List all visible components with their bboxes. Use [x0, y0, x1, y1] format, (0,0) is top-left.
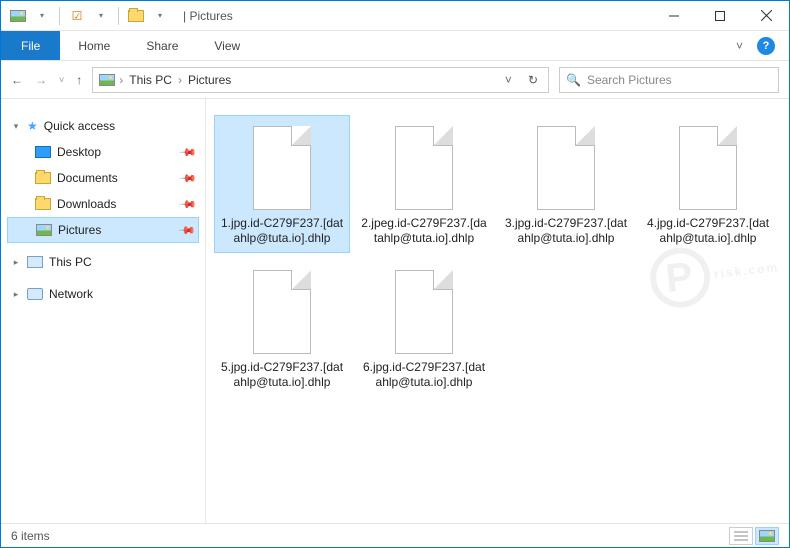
nav-label: Pictures	[58, 223, 101, 237]
help-icon[interactable]: ?	[757, 37, 775, 55]
desktop-icon	[35, 146, 51, 158]
nav-label: Desktop	[57, 145, 101, 159]
folder-icon	[35, 198, 51, 210]
details-view-button[interactable]	[729, 527, 753, 545]
nav-label: Network	[49, 287, 93, 301]
file-name: 2.jpeg.id-C279F237.[datahlp@tuta.io].dhl…	[360, 216, 488, 246]
ribbon-collapse-icon[interactable]: ˅	[736, 39, 743, 53]
search-icon: 🔍	[566, 73, 581, 87]
file-icon	[389, 266, 459, 354]
qat-dropdown-2[interactable]: ▾	[90, 5, 112, 27]
pin-icon: 📌	[178, 221, 197, 240]
up-button[interactable]: ↑	[76, 73, 82, 87]
minimize-button[interactable]	[651, 1, 697, 31]
crumb-thispc[interactable]: This PC	[127, 73, 174, 87]
app-icon	[7, 5, 29, 27]
address-row: ← → ˅ ↑ › This PC › Pictures ˅ ↻ 🔍 Searc…	[1, 61, 789, 99]
tab-view[interactable]: View	[196, 31, 258, 60]
file-item[interactable]: 3.jpg.id-C279F237.[datahlp@tuta.io].dhlp	[498, 115, 634, 253]
qat-overflow[interactable]: ▾	[149, 5, 171, 27]
chevron-right-icon[interactable]: ▸	[11, 289, 21, 300]
file-item[interactable]: 1.jpg.id-C279F237.[datahlp@tuta.io].dhlp	[214, 115, 350, 253]
nav-label: Documents	[57, 171, 118, 185]
file-name: 1.jpg.id-C279F237.[datahlp@tuta.io].dhlp	[218, 216, 346, 246]
status-bar: 6 items	[1, 523, 789, 547]
file-grid: 1.jpg.id-C279F237.[datahlp@tuta.io].dhlp…	[214, 115, 781, 397]
thumbnails-view-button[interactable]	[755, 527, 779, 545]
pictures-icon	[36, 224, 52, 236]
network-icon	[27, 288, 43, 300]
file-icon	[531, 122, 601, 210]
ribbon-right: ˅ ?	[736, 31, 789, 60]
chevron-right-icon[interactable]: ›	[178, 73, 182, 87]
back-button[interactable]: ←	[11, 73, 23, 87]
recent-locations-dropdown[interactable]: ˅	[59, 75, 64, 85]
nav-network[interactable]: ▸ Network	[7, 281, 199, 307]
address-bar[interactable]: › This PC › Pictures ˅ ↻	[92, 67, 549, 93]
file-item[interactable]: 6.jpg.id-C279F237.[datahlp@tuta.io].dhlp	[356, 259, 492, 397]
qat-dropdown[interactable]: ▾	[31, 5, 53, 27]
nav-documents[interactable]: Documents 📌	[7, 165, 199, 191]
chevron-down-icon[interactable]: ▾	[11, 121, 21, 132]
nav-pictures[interactable]: Pictures 📌	[7, 217, 199, 243]
file-item[interactable]: 2.jpeg.id-C279F237.[datahlp@tuta.io].dhl…	[356, 115, 492, 253]
nav-label: Downloads	[57, 197, 116, 211]
new-folder-icon[interactable]	[125, 5, 147, 27]
separator	[59, 7, 60, 25]
file-icon	[389, 122, 459, 210]
file-icon	[247, 266, 317, 354]
titlebar: ▾ ☑ ▾ ▾ | Pictures	[1, 1, 789, 31]
file-item[interactable]: 4.jpg.id-C279F237.[datahlp@tuta.io].dhlp	[640, 115, 776, 253]
nav-buttons: ← → ˅ ↑	[11, 73, 82, 87]
nav-downloads[interactable]: Downloads 📌	[7, 191, 199, 217]
file-name: 3.jpg.id-C279F237.[datahlp@tuta.io].dhlp	[502, 216, 630, 246]
file-name: 5.jpg.id-C279F237.[datahlp@tuta.io].dhlp	[218, 360, 346, 390]
folder-icon	[35, 172, 51, 184]
ribbon-tabs: File Home Share View ˅ ?	[1, 31, 789, 61]
pin-icon: 📌	[179, 143, 198, 162]
tab-home[interactable]: Home	[60, 31, 128, 60]
file-name: 4.jpg.id-C279F237.[datahlp@tuta.io].dhlp	[644, 216, 772, 246]
address-dropdown[interactable]: ˅	[497, 73, 520, 87]
view-toggles	[729, 527, 779, 545]
file-icon	[247, 122, 317, 210]
pc-icon	[27, 256, 43, 268]
nav-label: This PC	[49, 255, 92, 269]
search-box[interactable]: 🔍 Search Pictures	[559, 67, 779, 93]
refresh-button[interactable]: ↻	[524, 73, 542, 87]
pin-icon: 📌	[179, 195, 198, 214]
item-count: 6 items	[11, 529, 50, 543]
chevron-right-icon[interactable]: ▸	[11, 257, 21, 268]
nav-label: Quick access	[44, 119, 115, 133]
window-controls	[651, 1, 789, 31]
nav-desktop[interactable]: Desktop 📌	[7, 139, 199, 165]
file-icon	[673, 122, 743, 210]
tab-share[interactable]: Share	[128, 31, 196, 60]
file-name: 6.jpg.id-C279F237.[datahlp@tuta.io].dhlp	[360, 360, 488, 390]
navigation-pane: ▾ Quick access Desktop 📌 Documents 📌 Dow…	[1, 99, 206, 523]
star-icon	[27, 119, 38, 133]
properties-icon[interactable]: ☑	[66, 5, 88, 27]
window-title: | Pictures	[183, 9, 233, 23]
forward-button[interactable]: →	[35, 73, 47, 87]
search-placeholder: Search Pictures	[587, 73, 672, 87]
file-list[interactable]: 1.jpg.id-C279F237.[datahlp@tuta.io].dhlp…	[206, 99, 789, 523]
close-button[interactable]	[743, 1, 789, 31]
content-area: ▾ Quick access Desktop 📌 Documents 📌 Dow…	[1, 99, 789, 523]
location-icon	[99, 74, 115, 86]
tab-file[interactable]: File	[1, 31, 60, 60]
quick-access-toolbar: ▾ ☑ ▾ ▾	[1, 5, 177, 27]
pin-icon: 📌	[179, 169, 198, 188]
nav-this-pc[interactable]: ▸ This PC	[7, 249, 199, 275]
file-item[interactable]: 5.jpg.id-C279F237.[datahlp@tuta.io].dhlp	[214, 259, 350, 397]
crumb-pictures[interactable]: Pictures	[186, 73, 233, 87]
maximize-button[interactable]	[697, 1, 743, 31]
chevron-right-icon[interactable]: ›	[119, 73, 123, 87]
separator	[118, 7, 119, 25]
nav-quick-access[interactable]: ▾ Quick access	[7, 113, 199, 139]
